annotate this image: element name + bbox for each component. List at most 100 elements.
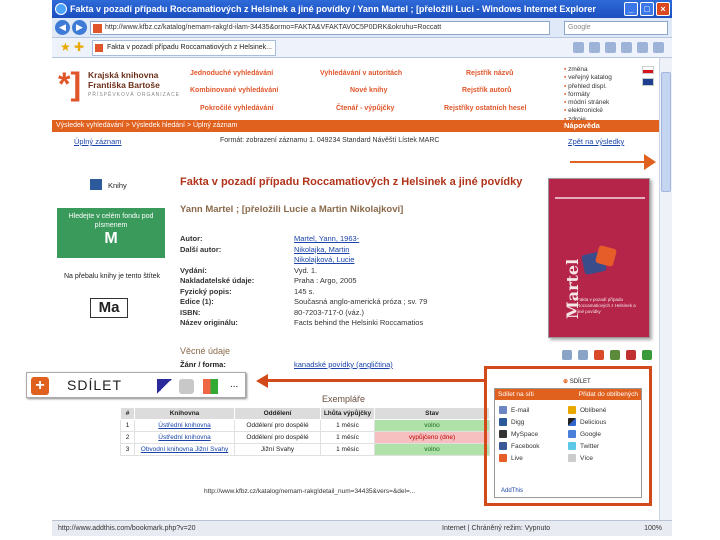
nav-combined-search[interactable]: Kombinované vyhledávání (190, 87, 278, 94)
ie-icon (55, 3, 67, 15)
reserve-icon[interactable] (626, 350, 636, 360)
more-services[interactable]: ... (230, 379, 238, 390)
library-logo-text[interactable]: Krajská knihovna Františka Bartoše (88, 70, 160, 90)
full-record-link[interactable]: Úplný záznam (74, 137, 122, 146)
share-option-facebook[interactable]: Facebook (499, 442, 568, 450)
back-to-results-link[interactable]: Zpět na výsledky (568, 137, 624, 146)
author-link[interactable]: Martel, Yann, 1963- (294, 234, 359, 245)
table-row: 3 Obvodní knihovna Jižní Svahy Jižní Svahy… (120, 443, 490, 456)
dropdown-tab-bookmark[interactable]: Přidat do oblíbených (579, 389, 638, 400)
pdf-icon[interactable] (594, 350, 604, 360)
share-option-email[interactable]: E-mail (499, 406, 568, 414)
meta-row: Další autor: Nikolajka, Martin (180, 244, 350, 256)
tab-bar: ★ ✚ Fakta v pozadí případu Roccamatiovýc… (52, 38, 672, 58)
nav-author-index[interactable]: Rejstřík autorů (462, 87, 511, 94)
url-field[interactable]: http://www.kfbz.cz/katalog/nemam-rakg!d-… (90, 21, 550, 35)
minimize-button[interactable]: _ (624, 2, 638, 16)
share-option-delicious[interactable]: Delicious (568, 418, 637, 426)
spine-label: Ma (90, 298, 128, 318)
page-menu-icon[interactable] (621, 42, 632, 53)
command-bar (573, 42, 664, 53)
browser-tab[interactable]: Fakta v pozadí případu Roccamatiových z … (92, 40, 276, 56)
help-link[interactable]: Nápověda (564, 120, 600, 132)
tools-icon[interactable] (637, 42, 648, 53)
side-link[interactable]: přehled displ. (564, 83, 612, 91)
digg-icon (499, 418, 507, 426)
book-cover[interactable]: Martel Fakta v pozadí případu Roccamatio… (548, 178, 650, 338)
shelf-letter-text: Hledejte v celém fondu pod písmenem (68, 213, 154, 229)
share-option-google[interactable]: Google (568, 430, 637, 438)
arrow-decoration (570, 161, 646, 163)
nav-authority-search[interactable]: Vyhledávání v autoritách (320, 70, 402, 77)
status-bar: http://www.addthis.com/bookmark.php?v=20… (52, 520, 672, 536)
share-option-favorites[interactable]: Oblíbené (568, 406, 637, 414)
print-icon[interactable] (562, 350, 572, 360)
label-hint: Na přebalu knihy je tento štítek (63, 273, 161, 280)
format-options[interactable]: Formát: zobrazení záznamu 1. 049234 Stan… (220, 137, 439, 144)
share-widget-small[interactable]: ⊕ SDÍLET (563, 378, 591, 385)
dropdown-tab-share[interactable]: Sdílet na síti (498, 389, 534, 400)
windows-live-icon[interactable] (203, 379, 218, 394)
vertical-scrollbar[interactable] (659, 58, 672, 520)
share-option-digg[interactable]: Digg (499, 418, 568, 426)
coauthor-link[interactable]: Nikolajková, Lucie (294, 255, 354, 266)
side-link[interactable]: formáty (564, 91, 612, 99)
callout-arrow (260, 379, 486, 382)
column-header: Knihovna (134, 407, 235, 420)
english-flag-icon[interactable] (642, 78, 654, 86)
column-header: # (120, 407, 135, 420)
email-icon[interactable] (578, 350, 588, 360)
share-option-live[interactable]: Live (499, 454, 568, 462)
home-icon[interactable] (573, 42, 584, 53)
share-small-label[interactable]: SDÍLET (570, 379, 591, 385)
share-widget-enlarged[interactable]: + SDÍLET ... (26, 372, 246, 398)
side-link[interactable]: elektronické (564, 107, 612, 115)
addthis-plus-icon[interactable]: ⊕ (563, 379, 568, 385)
record-metadata: Autor: Martel, Yann, 1963- Další autor: Ni… (180, 234, 427, 329)
forward-icon[interactable]: ▶ (72, 20, 87, 35)
favorites-star-icon[interactable]: ★ (60, 41, 71, 53)
export-icon[interactable] (610, 350, 620, 360)
column-header: Lhůta výpůjčky (320, 407, 375, 420)
feeds-icon[interactable] (589, 42, 600, 53)
addthis-footer-link[interactable]: AddThis (501, 488, 523, 494)
myspace-icon[interactable] (179, 379, 194, 394)
share-label[interactable]: SDÍLET (67, 377, 122, 393)
nav-other-index[interactable]: Rejstříky ostatních hesel (444, 105, 526, 112)
page-icon (93, 24, 102, 33)
scroll-thumb[interactable] (661, 72, 671, 192)
share-option-more[interactable]: Více (568, 454, 637, 462)
nav-title-index[interactable]: Rejstřík názvů (466, 70, 513, 77)
share-option-myspace[interactable]: MySpace (499, 430, 568, 438)
side-link[interactable]: veřejný katalog (564, 74, 612, 82)
help-icon[interactable] (653, 42, 664, 53)
meta-row: Nakladatelské údaje: Praha : Argo, 2005 (180, 276, 357, 285)
cover-tools (562, 350, 652, 360)
nav-advanced-search[interactable]: Pokročilé vyhledávání (200, 105, 274, 112)
meta-row: Autor: Martel, Yann, 1963- (180, 234, 360, 245)
side-link[interactable]: změna (564, 66, 612, 74)
share-option-twitter[interactable]: Twitter (568, 442, 637, 450)
save-icon[interactable] (642, 350, 652, 360)
close-button[interactable]: × (656, 2, 670, 16)
search-input[interactable]: Google (564, 21, 668, 35)
maximize-button[interactable]: □ (640, 2, 654, 16)
back-icon[interactable]: ◀ (55, 20, 70, 35)
zoom-level[interactable]: 100% (644, 521, 662, 536)
addthis-plus-icon[interactable]: + (31, 377, 49, 395)
nav-reader-loans[interactable]: Čtenář - výpůjčky (336, 105, 394, 112)
coauthor-link[interactable]: Nikolajka, Martin (294, 245, 349, 256)
library-logo-icon[interactable]: *] (58, 68, 81, 100)
address-bar: ◀ ▶ http://www.kfbz.cz/katalog/nemam-rak… (52, 18, 672, 38)
add-favorite-icon[interactable]: ✚ (74, 41, 84, 53)
permalink[interactable]: http://www.kfbz.cz/katalog/nemam-rakg!de… (204, 488, 415, 495)
nav-simple-search[interactable]: Jednoduché vyhledávání (190, 70, 273, 77)
side-link[interactable]: módní stránek (564, 99, 612, 107)
czech-flag-icon[interactable] (642, 66, 654, 74)
print-icon[interactable] (605, 42, 616, 53)
category-label: Knihy (108, 181, 127, 190)
security-zone[interactable]: Internet | Chráněný režim: Vypnuto (442, 521, 550, 536)
nav-new-books[interactable]: Nové knihy (350, 87, 387, 94)
delicious-icon[interactable] (157, 379, 172, 394)
genre-link[interactable]: kanadské povídky (angličtina) (294, 360, 393, 369)
